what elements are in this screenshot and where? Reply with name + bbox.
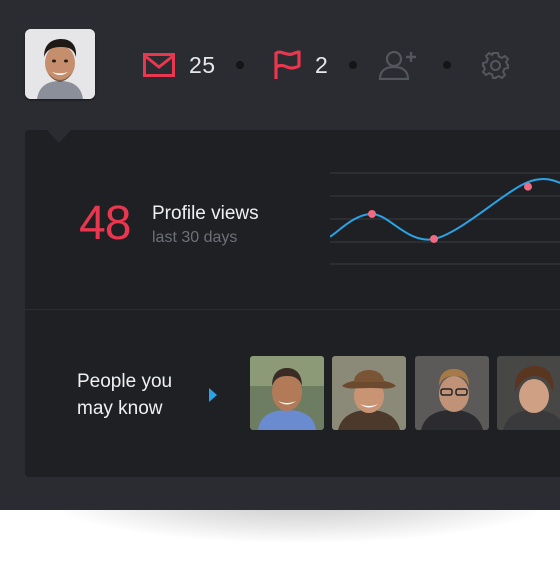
settings-button[interactable] <box>481 51 510 85</box>
chart-data-point[interactable] <box>368 209 376 218</box>
flags-count: 2 <box>315 51 329 78</box>
suggested-person[interactable] <box>250 356 324 430</box>
suggested-person[interactable] <box>332 356 406 430</box>
profile-views-subtitle: last 30 days <box>152 229 238 246</box>
pymk-title-line2: may know <box>77 398 163 419</box>
flags-counter[interactable]: 2 <box>273 48 328 82</box>
chart-data-point[interactable] <box>430 234 438 243</box>
separator-dot <box>236 61 244 69</box>
messages-count: 25 <box>189 51 216 78</box>
profile-views-count: 48 <box>79 197 131 250</box>
chart-data-point[interactable] <box>524 182 532 191</box>
profile-views-title[interactable]: Profile views <box>152 203 259 225</box>
separator-dot <box>349 61 357 69</box>
user-avatar[interactable] <box>25 29 95 99</box>
profile-views-chart <box>330 172 560 265</box>
messages-counter[interactable]: 25 <box>143 48 216 82</box>
panel-divider <box>25 309 560 310</box>
pymk-title-line1: People you <box>77 371 173 392</box>
suggested-person[interactable] <box>415 356 489 430</box>
add-user-icon <box>378 50 418 85</box>
envelope-icon <box>143 53 175 77</box>
add-user-button[interactable] <box>378 50 418 85</box>
separator-dot <box>443 61 451 69</box>
suggested-person[interactable] <box>497 356 560 430</box>
dashboard-widget: 25 2 48 Profile views last 30 days Peopl… <box>0 0 560 510</box>
people-you-may-know-title[interactable]: People you may know <box>77 368 207 422</box>
flag-icon <box>273 50 301 80</box>
play-arrow-icon[interactable] <box>209 388 217 402</box>
gear-icon <box>481 51 510 85</box>
panel-pointer <box>47 130 71 143</box>
